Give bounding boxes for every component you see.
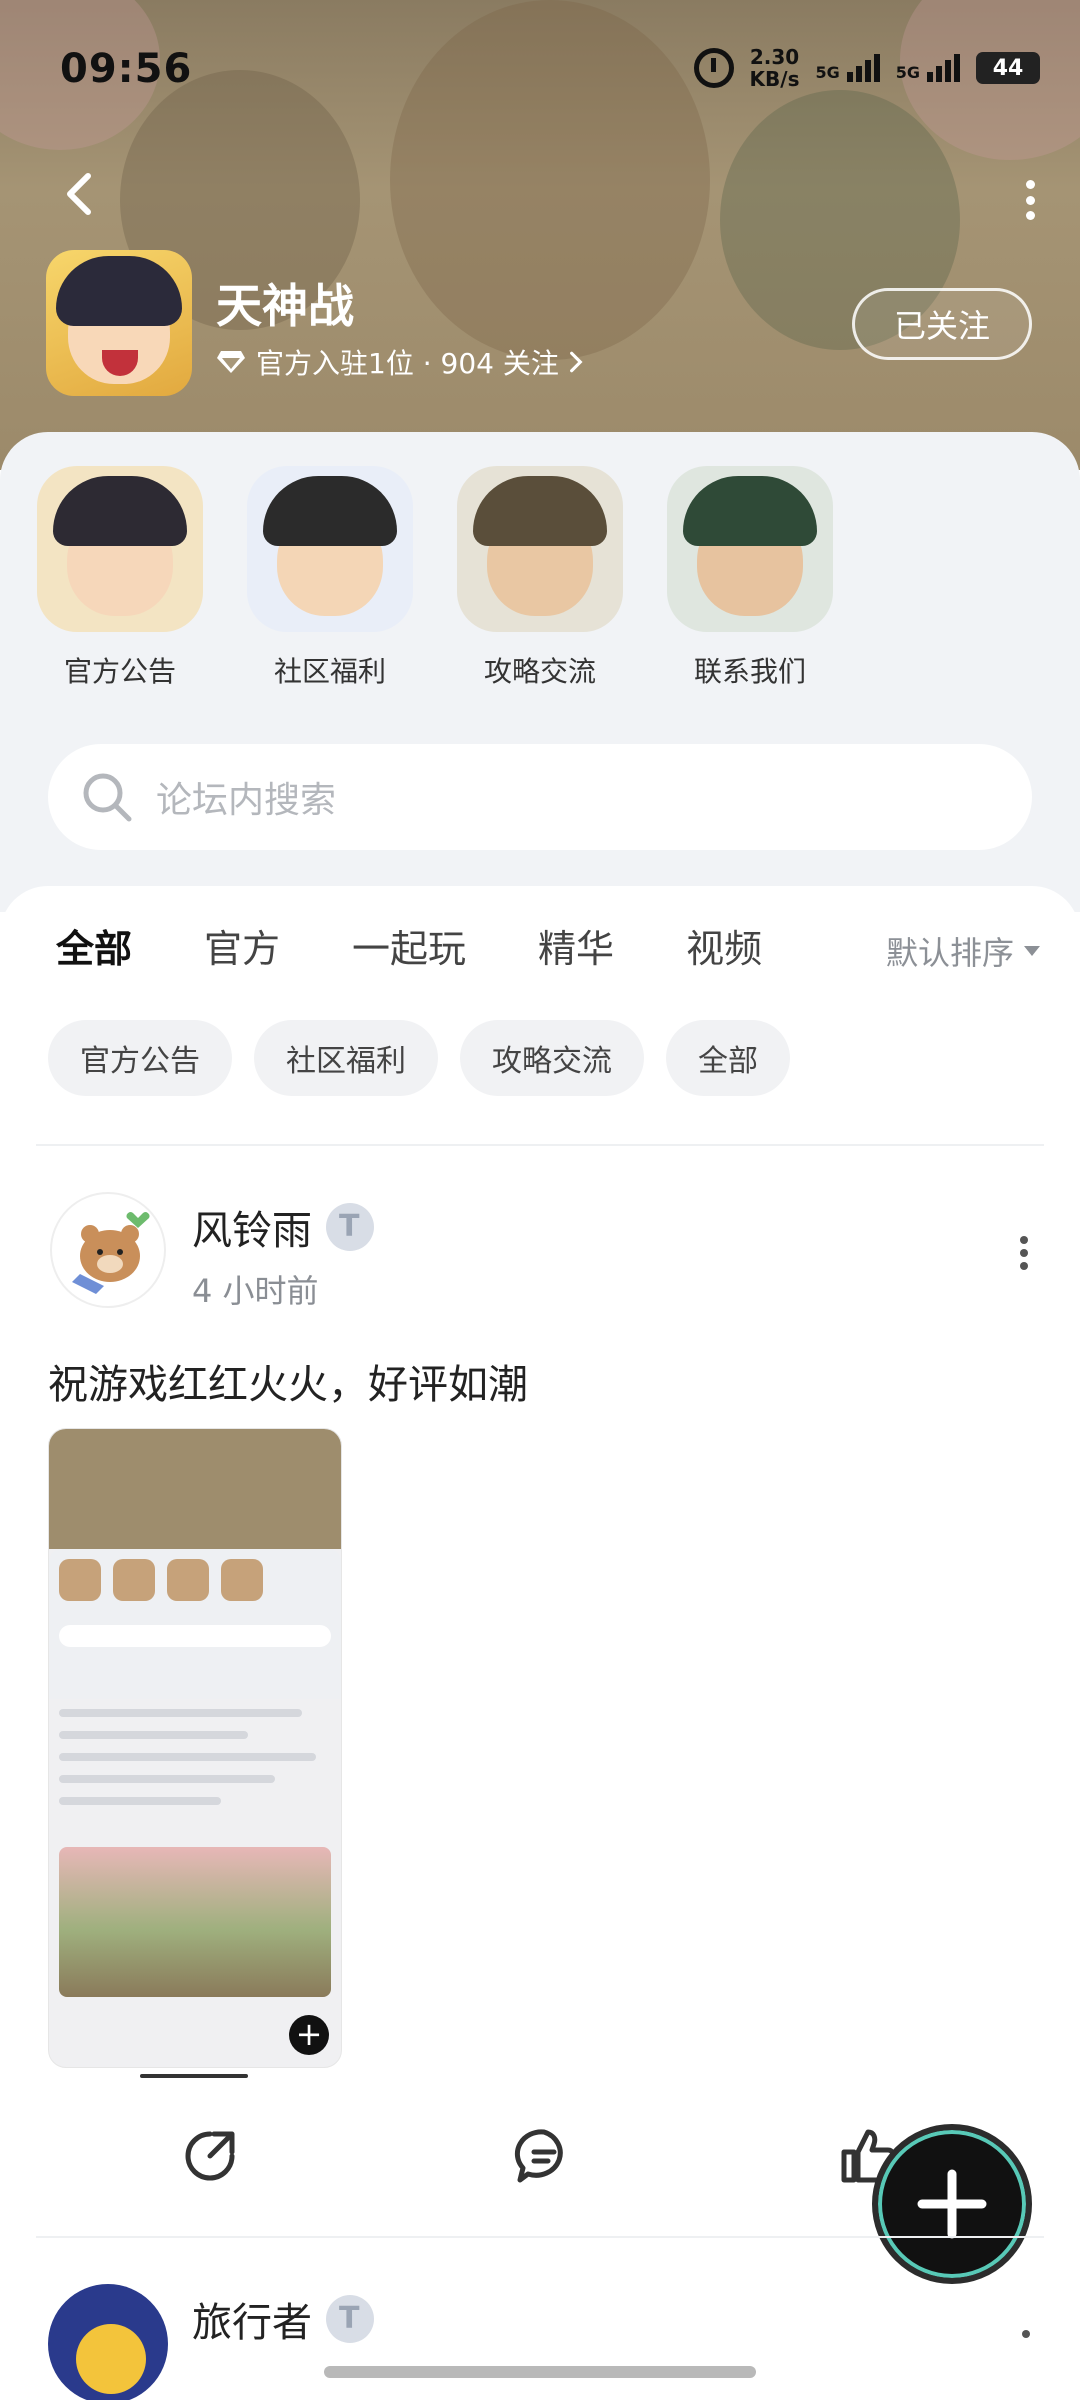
chip-all[interactable]: 全部 [666, 1020, 790, 1096]
entry-image [667, 466, 833, 632]
caret-down-icon [1024, 946, 1040, 956]
forum-avatar [46, 250, 192, 396]
tab-play-together[interactable]: 一起玩 [352, 918, 466, 973]
home-indicator[interactable] [324, 2366, 756, 2378]
tab-official[interactable]: 官方 [204, 918, 280, 973]
user-level-badge-icon [326, 1203, 374, 1251]
sim1-label: 5G [815, 63, 840, 82]
status-bar: 09:56 2.30 KB/s 5G 5G 44 [0, 0, 1080, 140]
plus-icon [917, 2169, 987, 2239]
entry-image [457, 466, 623, 632]
more-icon [1025, 180, 1035, 189]
post-more-button[interactable] [1016, 1236, 1032, 1270]
filter-chips: 官方公告 社区福利 攻略交流 全部 [48, 1020, 790, 1096]
post-content: 祝游戏红红火火，好评如潮 [48, 1362, 528, 1408]
signal-icon-2: 5G [896, 54, 960, 82]
post-time: 4 小时前 [192, 1272, 319, 1310]
divider [36, 2236, 1044, 2238]
create-post-button[interactable] [872, 2124, 1032, 2284]
entry-strategy-exchange[interactable]: 攻略交流 [456, 466, 624, 690]
entry-image [37, 466, 203, 632]
forum-meta-text: 官方入驻1位 · 904 关注 [256, 347, 559, 380]
more-icon [1020, 1236, 1028, 1244]
search-icon [83, 773, 132, 822]
chip-community-welfare[interactable]: 社区福利 [254, 1020, 438, 1096]
entry-official-announcement[interactable]: 官方公告 [36, 466, 204, 690]
follow-button[interactable]: 已关注 [852, 288, 1032, 360]
search-input[interactable]: 论坛内搜索 [48, 744, 1032, 850]
post-author-name: 旅行者 [192, 2300, 312, 2346]
divider [36, 1144, 1044, 1146]
battery-icon: 44 [976, 52, 1040, 84]
diamond-icon [217, 351, 245, 373]
tab-featured[interactable]: 精华 [538, 918, 614, 973]
post-more-button[interactable] [1022, 2330, 1030, 2338]
net-speed: 2.30 KB/s [750, 46, 800, 90]
signal-icon-1: 5G [815, 54, 880, 82]
quick-entries: 官方公告 社区福利 攻略交流 联系我们 [36, 466, 834, 690]
entry-label: 社区福利 [273, 655, 386, 688]
chevron-right-icon [569, 351, 583, 373]
forum-meta-link[interactable]: 官方入驻1位 · 904 关注 [216, 342, 583, 382]
back-icon [67, 173, 91, 215]
post-image[interactable]: + [48, 1428, 342, 2068]
post-author-avatar[interactable] [50, 1192, 166, 1308]
entry-community-welfare[interactable]: 社区福利 [246, 466, 414, 690]
post-author[interactable]: 风铃雨 [192, 1198, 374, 1256]
post-author[interactable]: 旅行者 [192, 2290, 374, 2348]
net-speed-value: 2.30 [749, 45, 800, 69]
entry-label: 官方公告 [63, 655, 176, 688]
status-time: 09:56 [60, 46, 193, 92]
back-button[interactable] [58, 172, 102, 216]
comment-icon [514, 2129, 563, 2183]
feed-tabs: 全部 官方 一起玩 精华 视频 [56, 918, 762, 981]
entry-label: 攻略交流 [483, 655, 596, 688]
entry-image [247, 466, 413, 632]
user-level-badge-icon [326, 2295, 374, 2343]
chip-strategy-exchange[interactable]: 攻略交流 [460, 1020, 644, 1096]
net-speed-unit: KB/s [749, 67, 800, 91]
tab-all[interactable]: 全部 [56, 918, 132, 981]
chip-official-announcement[interactable]: 官方公告 [48, 1020, 232, 1096]
sim2-label: 5G [895, 63, 920, 82]
post-author-name: 风铃雨 [192, 1208, 312, 1254]
sort-label: 默认排序 [885, 934, 1014, 972]
share-button[interactable] [180, 2126, 240, 2186]
alarm-icon [693, 48, 734, 88]
forum-title: 天神战 [216, 279, 354, 333]
image-indicator [140, 2074, 248, 2078]
tab-video[interactable]: 视频 [686, 918, 762, 973]
more-options-button[interactable] [1020, 180, 1040, 220]
status-icons: 2.30 KB/s 5G 5G 44 [693, 46, 1040, 90]
entry-label: 联系我们 [693, 655, 806, 688]
search-placeholder: 论坛内搜索 [156, 780, 337, 821]
post-author-avatar[interactable] [48, 2284, 168, 2400]
comment-button[interactable] [514, 2126, 574, 2186]
sort-dropdown[interactable]: 默认排序 [886, 928, 1040, 974]
share-icon [185, 2131, 235, 2181]
entry-contact-us[interactable]: 联系我们 [666, 466, 834, 690]
bear-avatar-icon [72, 1212, 150, 1294]
